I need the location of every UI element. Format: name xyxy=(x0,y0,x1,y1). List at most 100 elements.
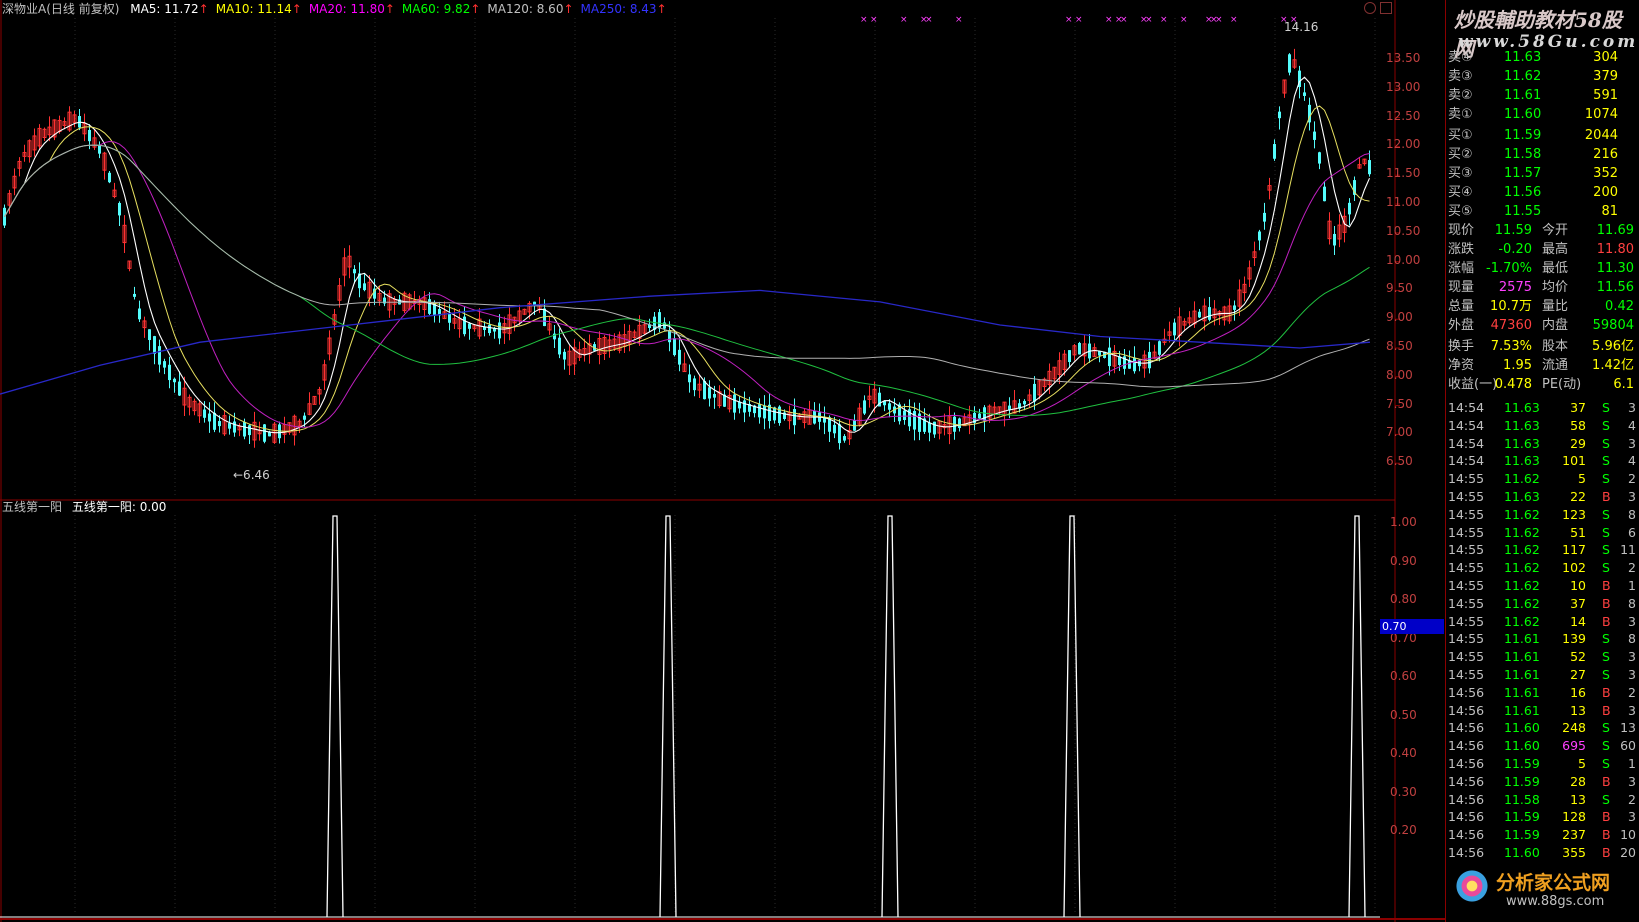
candle-body xyxy=(218,421,221,427)
tick-volume: 128 xyxy=(1562,809,1586,825)
tick-side: B xyxy=(1602,809,1611,825)
tick-volume: 101 xyxy=(1562,453,1586,469)
ma10-line xyxy=(4,105,1370,432)
tick-count: 2 xyxy=(1628,471,1636,487)
tick-count: 8 xyxy=(1628,506,1636,522)
ask-row[interactable]: 卖③ 11.62 379 xyxy=(1448,67,1636,86)
quote-value: 11.80 xyxy=(1596,242,1634,257)
tick-time: 14:55 xyxy=(1448,524,1485,540)
order-label: 买⑤ xyxy=(1448,204,1473,219)
bid-row[interactable]: 买③ 11.57 352 xyxy=(1448,164,1636,183)
tick-time: 14:56 xyxy=(1448,809,1485,825)
price-tick-label: 8.50 xyxy=(1386,339,1413,353)
bid-row[interactable]: 买④ 11.56 200 xyxy=(1448,183,1636,202)
tick-side: S xyxy=(1602,400,1610,415)
order-volume: 216 xyxy=(1593,147,1618,162)
candle-body xyxy=(1303,92,1306,96)
tick-time: 14:55 xyxy=(1448,631,1485,647)
ask-row[interactable]: 卖② 11.61 591 xyxy=(1448,86,1636,105)
candle-body xyxy=(138,308,141,320)
signal-marker: × xyxy=(1145,15,1153,25)
kline-chart[interactable]: × × × ×× × × × × ×× ×× × × ××× × × × xyxy=(0,0,1445,922)
tick-volume: 248 xyxy=(1562,720,1586,736)
tick-volume: 13 xyxy=(1570,702,1586,718)
watermark-bottom: 分析家公式网 www.88gs.com xyxy=(1446,862,1639,922)
ask-row[interactable]: 卖④ 11.63 304 xyxy=(1448,48,1636,67)
tick-time: 14:55 xyxy=(1448,506,1485,522)
tick-time: 14:54 xyxy=(1448,417,1485,433)
quote-row: 换手 7.53% 股本 5.96亿 xyxy=(1448,337,1636,356)
tick-count: 3 xyxy=(1628,702,1636,718)
tick-row: 14:54 11.63 101 S 4 xyxy=(1448,452,1638,470)
tick-volume: 123 xyxy=(1562,506,1586,522)
quote-value: 59804 xyxy=(1592,318,1634,333)
indicator-spike xyxy=(1348,515,1366,918)
tick-row: 14:55 11.62 117 S 11 xyxy=(1448,541,1638,559)
ma20-line xyxy=(4,140,1370,428)
bid-row[interactable]: 买① 11.59 2044 xyxy=(1448,126,1636,145)
indicator-tick-label: 0.50 xyxy=(1390,707,1417,722)
tick-volume: 37 xyxy=(1570,595,1586,611)
quote-label: 内盘 xyxy=(1542,318,1569,333)
tick-side: S xyxy=(1602,435,1610,451)
up-arrow-icon: ↑ xyxy=(656,2,667,16)
tick-price: 11.62 xyxy=(1504,506,1540,522)
candle-body xyxy=(708,387,711,399)
tick-side: B xyxy=(1602,489,1611,504)
tick-count: 3 xyxy=(1628,489,1636,504)
candle-body xyxy=(693,378,696,391)
tick-time: 14:56 xyxy=(1448,702,1485,718)
signal-marker: × xyxy=(860,15,868,25)
ask-row[interactable]: 卖① 11.60 1074 xyxy=(1448,105,1636,124)
tick-row: 14:54 11.63 58 S 4 xyxy=(1448,417,1638,435)
tick-price: 11.59 xyxy=(1504,773,1540,789)
quote-label: 总量 xyxy=(1448,299,1475,314)
order-volume: 1074 xyxy=(1584,107,1618,122)
quote-row: 涨跌 -0.20 最高 11.80 xyxy=(1448,240,1636,259)
bid-row[interactable]: 买⑤ 11.55 81 xyxy=(1448,202,1636,221)
up-arrow-icon: ↑ xyxy=(384,2,395,16)
indicator-tick-label: 1.00 xyxy=(1390,515,1417,529)
bid-row[interactable]: 买② 11.58 216 xyxy=(1448,145,1636,164)
maximize-icon[interactable] xyxy=(1380,2,1392,14)
tick-price: 11.62 xyxy=(1504,471,1540,487)
quote-value: 1.95 xyxy=(1503,358,1532,373)
tick-price: 11.61 xyxy=(1504,684,1540,700)
tick-price: 11.63 xyxy=(1504,453,1540,469)
indicator-title: 五线第一阳 xyxy=(2,500,63,514)
candle-body xyxy=(1068,350,1071,363)
price-tick-label: 7.00 xyxy=(1386,425,1413,440)
quote-label: 收益(一) xyxy=(1448,377,1498,392)
tick-time: 14:54 xyxy=(1448,435,1485,451)
candle-body xyxy=(888,403,891,410)
candle-body xyxy=(353,269,356,274)
tick-count: 1 xyxy=(1628,756,1636,771)
order-label: 买② xyxy=(1448,147,1473,162)
order-volume: 200 xyxy=(1593,185,1618,200)
quote-label: 现量 xyxy=(1448,280,1475,295)
candle-body xyxy=(673,338,676,356)
quote-label: 净资 xyxy=(1448,358,1475,373)
quote-value: 0.478 xyxy=(1494,377,1532,392)
indicator-header: 五线第一阳 五线第一阳: 0.00 xyxy=(2,499,166,515)
watermark-bottom-url: www.88gs.com xyxy=(1506,894,1605,909)
tick-count: 1 xyxy=(1628,578,1636,593)
tick-volume: 13 xyxy=(1570,791,1586,807)
tick-count: 8 xyxy=(1628,595,1636,611)
indicator-current-value: 0.70 xyxy=(1380,619,1444,634)
signal-marker: × xyxy=(1230,15,1238,25)
candle-body xyxy=(448,313,451,323)
tick-volume: 237 xyxy=(1562,827,1586,843)
tick-count: 60 xyxy=(1620,738,1636,754)
tick-side: B xyxy=(1602,613,1611,629)
tick-row: 14:55 11.61 139 S 8 xyxy=(1448,630,1638,648)
tick-volume: 22 xyxy=(1570,489,1586,504)
tick-count: 3 xyxy=(1628,400,1636,415)
settings-icon[interactable] xyxy=(1364,2,1376,14)
candle-body xyxy=(1368,160,1371,175)
candle-body xyxy=(1258,231,1261,241)
candle-body xyxy=(1023,400,1026,405)
tick-count: 3 xyxy=(1628,435,1636,451)
candle-body xyxy=(1323,186,1326,202)
chart-area[interactable]: × × × × × × × × × × × × × × × × × × × × × 深物业A(日线 前复权) MA5: … xyxy=(0,0,1445,922)
